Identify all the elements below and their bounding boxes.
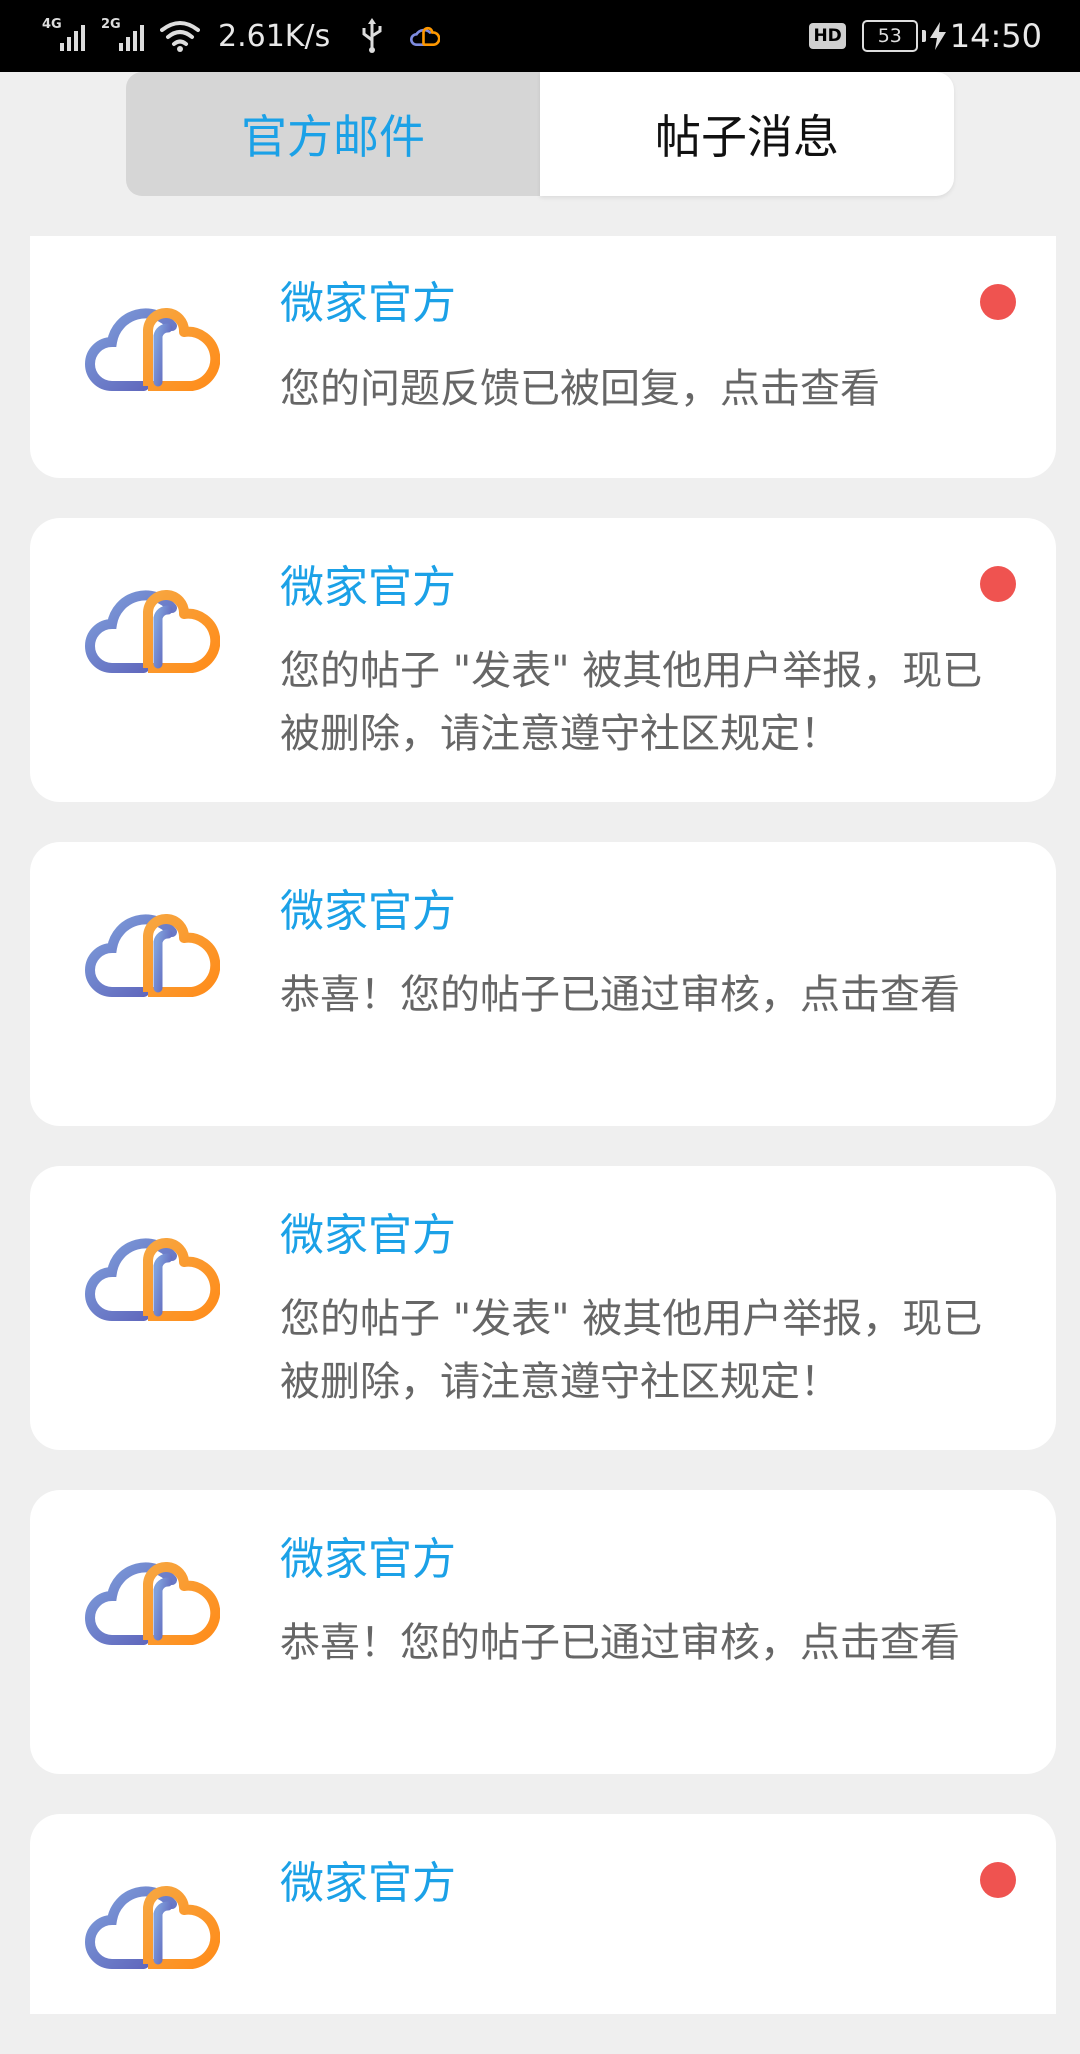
- message-card[interactable]: 微家官方 您的帖子 "发表" 被其他用户举报，现已被删除，请注意遵守社区规定！: [30, 1166, 1056, 1450]
- message-text: 您的帖子 "发表" 被其他用户举报，现已被删除，请注意遵守社区规定！: [280, 1296, 983, 1405]
- tab-bar: 官方邮件 帖子消息: [126, 72, 954, 196]
- message-sender: 微家官方: [280, 886, 456, 937]
- message-card[interactable]: 微家官方 您的问题反馈已被回复，点击查看: [30, 236, 1056, 478]
- hd-badge: HD: [809, 23, 846, 49]
- weijia-logo-icon: [85, 589, 220, 673]
- unread-dot: [980, 566, 1016, 602]
- wifi-icon: [160, 21, 200, 52]
- message-text: 您的帖子 "发表" 被其他用户举报，现已被删除，请注意遵守社区规定！: [280, 648, 983, 757]
- status-bar: 4G 2G 2.61K/s HD 53 14:50: [0, 0, 1080, 72]
- network-speed: 2.61K/s: [218, 18, 331, 54]
- message-sender: 微家官方: [280, 278, 456, 329]
- weijia-logo-icon: [85, 307, 220, 391]
- status-bar-right: HD 53 14:50: [809, 17, 1042, 55]
- signal-icon: 4G: [42, 17, 85, 51]
- message-text: 恭喜！您的帖子已通过审核，点击查看: [280, 972, 960, 1018]
- bolt-icon: [929, 22, 946, 50]
- message-sender: 微家官方: [280, 562, 456, 613]
- message-card[interactable]: 微家官方: [30, 1814, 1056, 2014]
- message-card[interactable]: 微家官方 恭喜！您的帖子已通过审核，点击查看: [30, 1490, 1056, 1774]
- message-sender: 微家官方: [280, 1858, 456, 1909]
- message-text: 恭喜！您的帖子已通过审核，点击查看: [280, 1620, 960, 1666]
- signal-icon: 2G: [101, 17, 144, 51]
- weijia-logo-icon: [85, 1561, 220, 1645]
- message-text: 您的问题反馈已被回复，点击查看: [280, 366, 880, 412]
- status-bar-left: 4G 2G 2.61K/s: [42, 17, 441, 54]
- cloud-app-icon: [410, 26, 441, 46]
- message-card[interactable]: 微家官方 您的帖子 "发表" 被其他用户举报，现已被删除，请注意遵守社区规定！: [30, 518, 1056, 802]
- battery-tip: [921, 30, 926, 42]
- message-list: 微家官方 您的问题反馈已被回复，点击查看 微家官方 您的帖子 "发表" 被其他用…: [30, 236, 1056, 2054]
- weijia-logo-icon: [85, 1237, 220, 1321]
- clock: 14:50: [949, 17, 1042, 55]
- usb-icon: [362, 18, 382, 53]
- unread-dot: [980, 1862, 1016, 1898]
- tab-official-mail[interactable]: 官方邮件: [126, 72, 540, 196]
- sim1-network-type: 4G: [42, 17, 62, 32]
- unread-dot: [980, 284, 1016, 320]
- sim2-network-type: 2G: [101, 17, 121, 32]
- message-sender: 微家官方: [280, 1210, 456, 1261]
- weijia-logo-icon: [85, 1885, 220, 1969]
- message-sender: 微家官方: [280, 1534, 456, 1585]
- battery-icon: 53: [861, 20, 918, 52]
- weijia-logo-icon: [85, 913, 220, 997]
- tab-post-messages[interactable]: 帖子消息: [540, 72, 954, 196]
- message-card[interactable]: 微家官方 恭喜！您的帖子已通过审核，点击查看: [30, 842, 1056, 1126]
